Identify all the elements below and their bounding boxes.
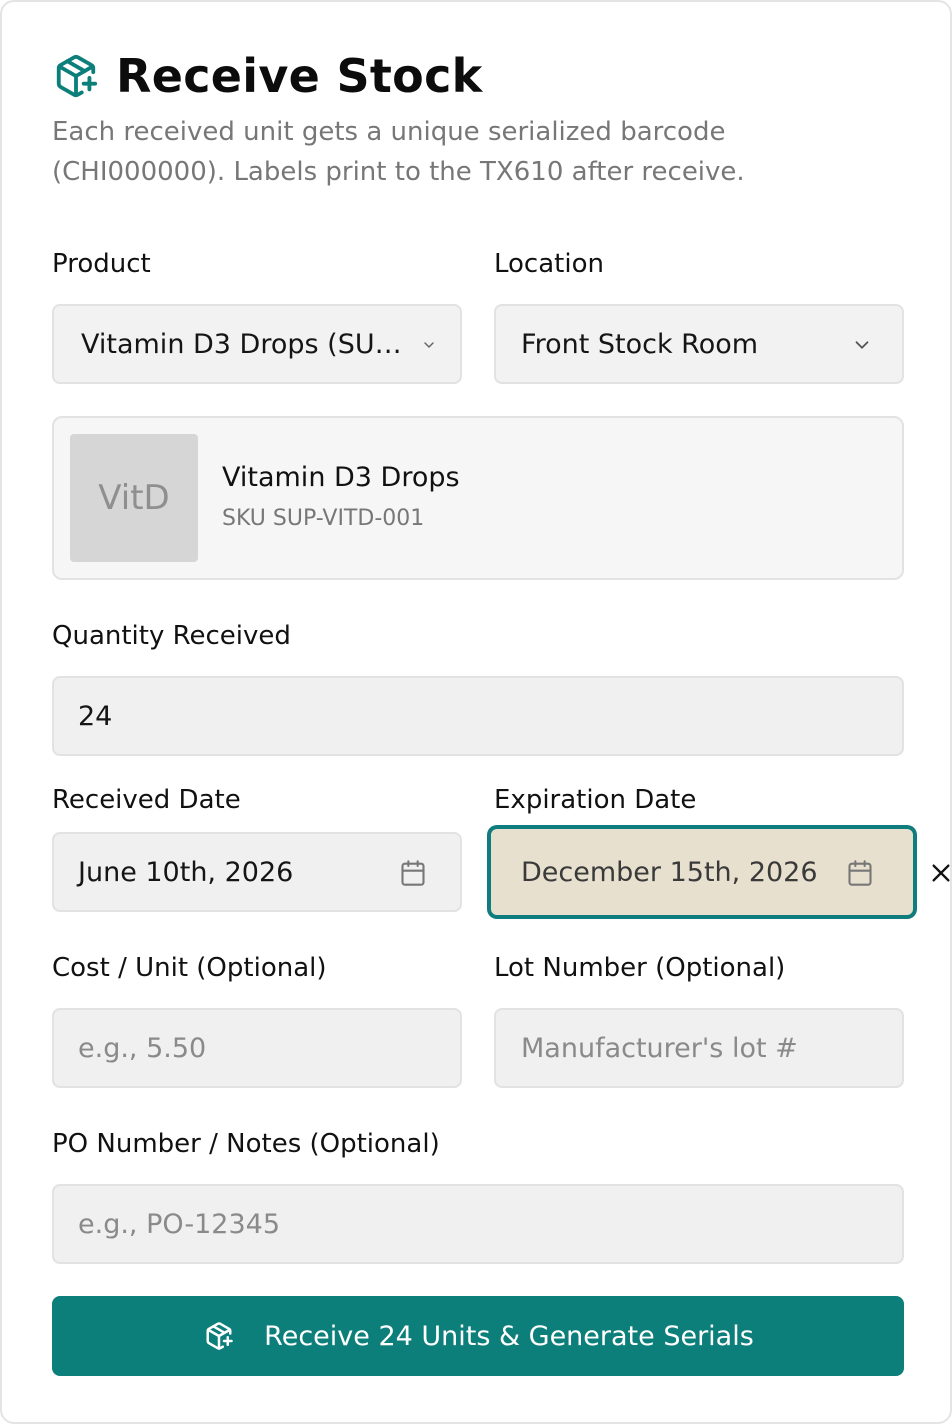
- submit-label: Receive 24 Units & Generate Serials: [264, 1320, 754, 1352]
- page-subtitle: Each received unit gets a unique seriali…: [52, 117, 745, 187]
- product-select-value: Vitamin D3 Drops (SU…: [81, 328, 402, 360]
- received-date-picker[interactable]: June 10th, 2026: [52, 832, 462, 912]
- clear-date-icon[interactable]: [930, 858, 952, 888]
- receive-stock-card: Receive Stock Each received unit gets a …: [0, 0, 952, 1424]
- quantity-label: Quantity Received: [52, 621, 291, 651]
- cost-input[interactable]: e.g., 5.50: [52, 1008, 462, 1088]
- expiration-date-label: Expiration Date: [494, 785, 697, 815]
- product-thumbnail: VitD: [70, 434, 198, 562]
- product-sku: SKU SUP-VITD-001: [222, 506, 425, 531]
- lot-label: Lot Number (Optional): [494, 953, 786, 983]
- lot-input[interactable]: Manufacturer's lot #: [494, 1008, 904, 1088]
- product-select[interactable]: Vitamin D3 Drops (SU…: [52, 304, 462, 384]
- cost-placeholder: e.g., 5.50: [78, 1032, 207, 1064]
- product-label: Product: [52, 249, 151, 279]
- product-preview-card: VitD Vitamin D3 Drops SKU SUP-VITD-001: [52, 416, 904, 580]
- product-name: Vitamin D3 Drops: [222, 462, 460, 493]
- calendar-icon: [396, 856, 430, 890]
- received-date-value: June 10th, 2026: [78, 856, 294, 888]
- quantity-input[interactable]: 24: [52, 676, 904, 756]
- lot-placeholder: Manufacturer's lot #: [521, 1032, 798, 1064]
- quantity-value: 24: [78, 700, 113, 732]
- package-plus-icon: [52, 52, 100, 100]
- page-header: Receive Stock: [52, 46, 483, 106]
- location-select-value: Front Stock Room: [521, 328, 759, 360]
- location-label: Location: [494, 249, 604, 279]
- received-date-label: Received Date: [52, 785, 241, 815]
- package-plus-icon: [202, 1319, 236, 1353]
- chevron-down-icon: [416, 330, 442, 360]
- page-title: Receive Stock: [116, 49, 483, 103]
- expiration-date-value: December 15th, 2026: [521, 856, 818, 888]
- expiration-date-picker[interactable]: December 15th, 2026: [488, 826, 916, 918]
- receive-submit-button[interactable]: Receive 24 Units & Generate Serials: [52, 1296, 904, 1376]
- location-select[interactable]: Front Stock Room: [494, 304, 904, 384]
- chevron-down-icon: [848, 330, 876, 360]
- calendar-icon: [843, 856, 877, 890]
- cost-label: Cost / Unit (Optional): [52, 953, 327, 983]
- po-input[interactable]: e.g., PO-12345: [52, 1184, 904, 1264]
- po-label: PO Number / Notes (Optional): [52, 1129, 440, 1159]
- po-placeholder: e.g., PO-12345: [78, 1208, 280, 1240]
